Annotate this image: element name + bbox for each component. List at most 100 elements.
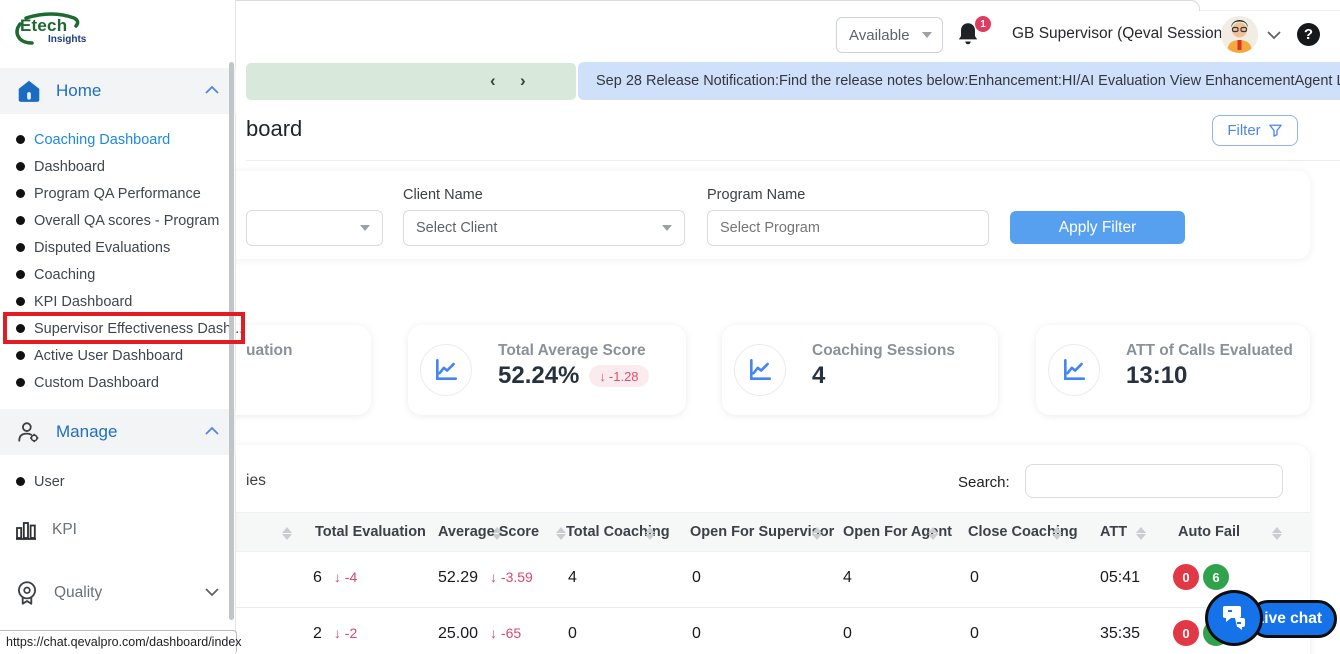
sidebar-item-overall-qa-scores-program[interactable]: Overall QA scores - Program (0, 207, 236, 234)
avatar-image (1221, 16, 1258, 53)
user-avatar[interactable] (1221, 16, 1258, 53)
sort-icon[interactable] (282, 526, 292, 542)
funnel-icon (1268, 123, 1283, 138)
sidebar-item-label: Disputed Evaluations (34, 240, 170, 256)
cell-open-for-supervisor: 0 (692, 625, 701, 643)
apply-filter-button[interactable]: Apply Filter (1010, 211, 1185, 244)
question-mark-icon: ? (1304, 26, 1313, 43)
hidden-filter-select[interactable] (246, 210, 383, 246)
client-name-label: Client Name (403, 187, 483, 203)
bullet-icon (16, 243, 25, 252)
chevron-right-icon[interactable]: › (520, 71, 526, 91)
sidebar-item-user[interactable]: User (0, 468, 236, 495)
logo-text-etech: Etech (20, 16, 67, 36)
sort-icon[interactable] (1136, 526, 1146, 542)
sort-icon[interactable] (812, 526, 822, 542)
trend-value: -1.28 (609, 369, 639, 384)
sidebar-item-label: Coaching (34, 267, 95, 283)
down-arrow-icon: ↓ (334, 569, 341, 585)
sidebar-section-manage[interactable]: Manage (0, 409, 236, 455)
down-arrow-icon: ↓ (334, 625, 341, 641)
chevron-left-icon[interactable]: ‹ (490, 71, 496, 91)
cell-average-score: 25.00↓ -65 (438, 625, 521, 643)
down-arrow-icon: ↓ (599, 369, 606, 384)
stat-card-att-calls-evaluated: ATT of Calls Evaluated 13:10 (1036, 325, 1310, 415)
cell-open-for-agent: 4 (843, 569, 852, 587)
header-divider (246, 160, 1340, 161)
stat-card-label: ATT of Calls Evaluated (1126, 342, 1293, 360)
logo-text-insights: Insights (48, 34, 86, 45)
sidebar-item-active-user-dashboard[interactable]: Active User Dashboard (0, 342, 236, 369)
sidebar-item-dashboard[interactable]: Dashboard (0, 153, 236, 180)
sidebar-item-label: Custom Dashboard (34, 375, 159, 391)
bullet-icon (16, 351, 25, 360)
chevron-up-icon[interactable] (204, 423, 220, 441)
sidebar-item-custom-dashboard[interactable]: Custom Dashboard (0, 369, 236, 396)
search-input[interactable] (1025, 464, 1283, 498)
profile-menu-chevron[interactable] (1266, 27, 1282, 45)
availability-value: Available (849, 27, 910, 44)
release-notification-banner[interactable]: Sep 28 Release Notification:Find the rel… (578, 62, 1340, 100)
cell-total-coaching: 4 (568, 569, 577, 587)
client-select[interactable]: Select Client (403, 210, 685, 246)
cell-att: 35:35 (1100, 625, 1140, 643)
sidebar-item-coaching[interactable]: Coaching (0, 261, 236, 288)
program-input[interactable] (707, 210, 989, 246)
sidebar-item-program-qa-performance[interactable]: Program QA Performance (0, 180, 236, 207)
bullet-icon (16, 162, 25, 171)
sidebar-item-kpi-dashboard[interactable]: KPI Dashboard (0, 288, 236, 315)
sidebar-section-label: Manage (56, 422, 117, 442)
bullet-icon (16, 270, 25, 279)
col-att[interactable]: ATT (1100, 524, 1127, 540)
release-notification-text: Sep 28 Release Notification:Find the rel… (596, 73, 1340, 89)
search-label: Search: (958, 474, 1010, 491)
bar-chart-icon (14, 518, 38, 542)
sidebar-item-disputed-evaluations[interactable]: Disputed Evaluations (0, 234, 236, 261)
availability-select[interactable]: Available (836, 17, 943, 53)
stat-card-value-row: 13:10 (1126, 362, 1187, 390)
live-chat-bubble[interactable] (1205, 590, 1263, 646)
sidebar-item-label: Dashboard (34, 159, 105, 175)
cell-open-for-supervisor: 0 (692, 569, 701, 587)
sidebar-item-label: User (34, 474, 65, 490)
sidebar-item-quality[interactable]: Quality (0, 576, 236, 610)
sidebar-item-label: Active User Dashboard (34, 348, 183, 364)
filter-button[interactable]: Filter (1212, 115, 1298, 146)
sort-icon[interactable] (556, 526, 566, 542)
auto-fail-red-badge: 0 (1173, 564, 1199, 590)
chevron-down-icon[interactable] (204, 584, 220, 602)
sort-icon[interactable] (645, 526, 655, 542)
sort-icon[interactable] (1052, 526, 1062, 542)
cell-total-evaluation: 2↓ -2 (313, 625, 357, 643)
col-auto-fail[interactable]: Auto Fail (1178, 524, 1240, 540)
live-chat-label: Live chat (1255, 610, 1322, 628)
help-button[interactable]: ? (1297, 23, 1320, 46)
sidebar-item-kpi[interactable]: KPI (0, 513, 236, 547)
stat-card-value-row: 52.24% ↓ -1.28 (498, 362, 649, 390)
status-url-text: https://chat.qevalpro.com/dashboard/inde… (6, 635, 242, 649)
stat-card-value: 13:10 (1126, 362, 1187, 390)
filter-button-label: Filter (1227, 122, 1260, 139)
sort-icon[interactable] (1272, 526, 1282, 542)
sidebar-item-label: Coaching Dashboard (34, 132, 170, 148)
bullet-icon (16, 216, 25, 225)
chevron-up-icon[interactable] (204, 82, 220, 100)
table-row[interactable]: 2↓ -2 25.00↓ -65 0 0 0 0 35:35 0 (60, 608, 1310, 654)
cell-close-coaching: 0 (970, 569, 979, 587)
bullet-icon (16, 378, 25, 387)
chevron-down-icon (662, 225, 672, 231)
chevron-down-icon (360, 225, 370, 231)
quality-badge-icon (14, 579, 40, 607)
col-average-score[interactable]: Average Score (438, 524, 539, 540)
etech-insights-logo: Etech Insights (12, 10, 132, 54)
table-row[interactable]: 6↓ -4 52.29↓ -3.59 4 0 4 0 05:41 0 6 (60, 552, 1310, 608)
notification-badge: 1 (975, 16, 991, 32)
trend-cell: ↓ -2 (334, 625, 357, 641)
notifications-button[interactable]: 1 (955, 20, 989, 50)
sidebar-item-coaching-dashboard[interactable]: Coaching Dashboard (0, 126, 236, 153)
down-arrow-icon: ↓ (490, 569, 497, 585)
highlight-box (3, 312, 245, 344)
sort-icon[interactable] (928, 526, 938, 542)
sidebar-section-home[interactable]: Home (0, 68, 236, 114)
col-total-evaluation[interactable]: Total Evaluation (315, 524, 426, 540)
